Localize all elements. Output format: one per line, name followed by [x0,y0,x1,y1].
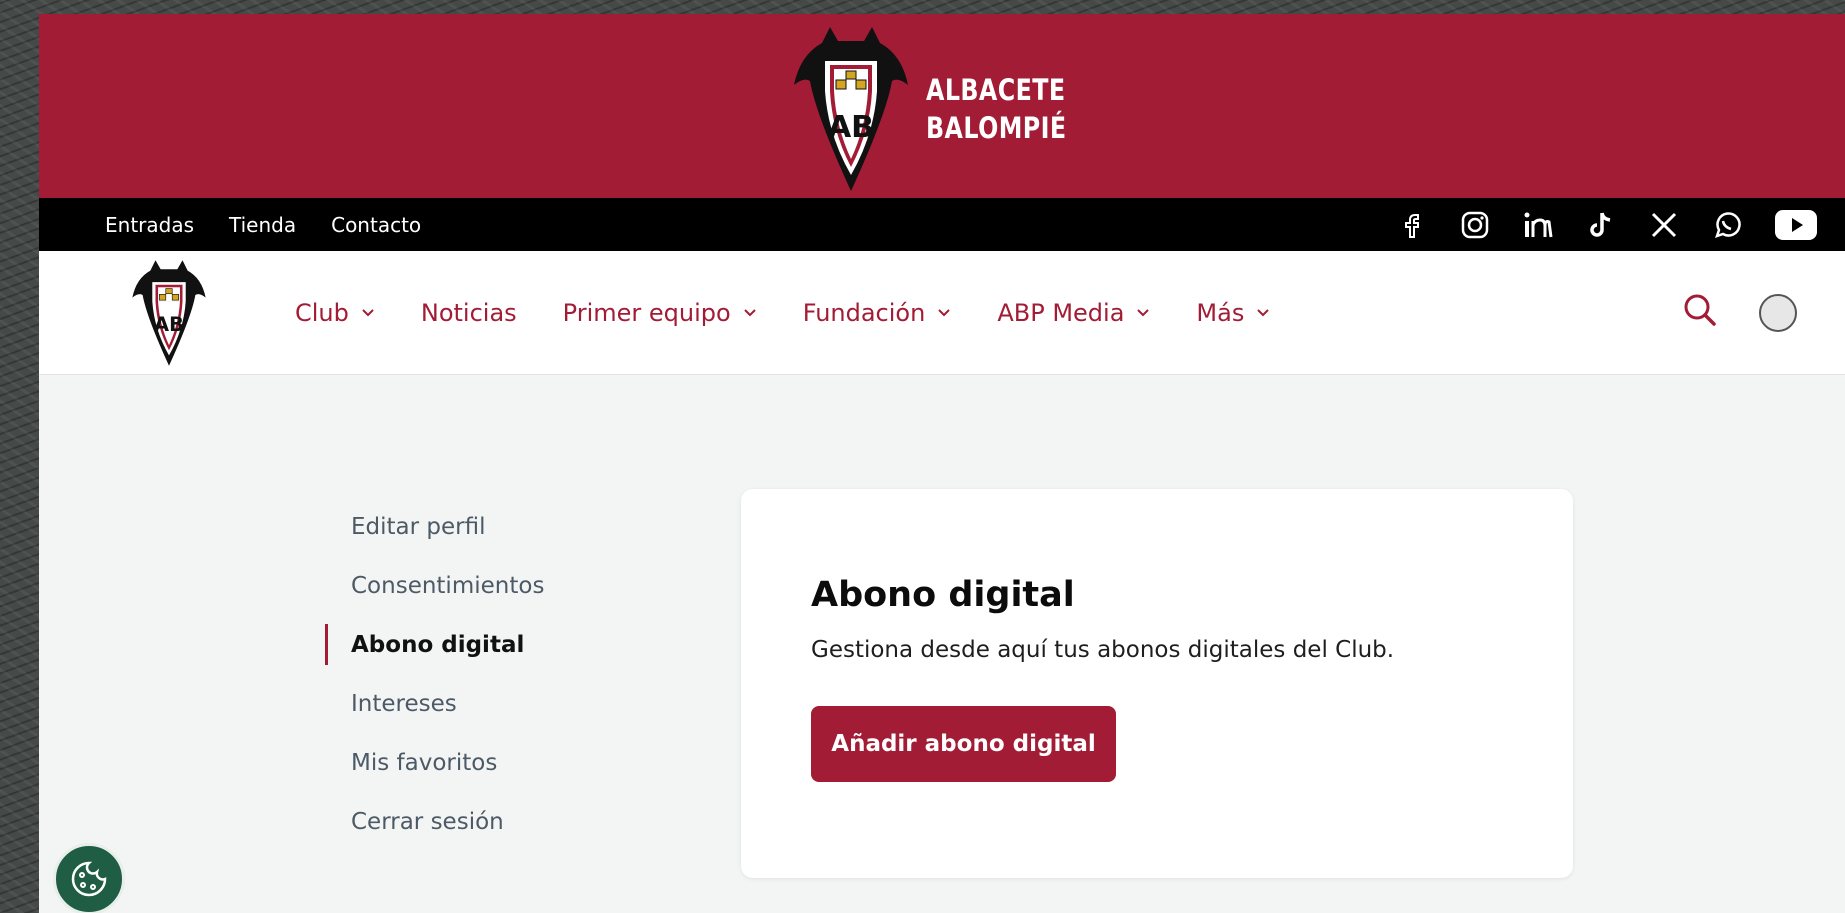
x-icon[interactable] [1649,210,1679,240]
sidebar-item-editar-perfil[interactable]: Editar perfil [325,497,544,556]
search-button[interactable] [1683,293,1717,332]
add-abono-button[interactable]: Añadir abono digital [811,706,1116,782]
chevron-down-icon [938,308,951,316]
main-navigation: AB Club Noticias Primer equipo Fundación… [39,251,1845,375]
wordmark-line-2: BALOMPIÉ [926,111,1067,145]
linkedin-icon[interactable] [1523,210,1553,240]
nav-actions [1683,293,1797,332]
nav-item-mas[interactable]: Más [1196,299,1270,327]
club-crest-icon: AB [792,25,910,193]
brand-banner: AB ALBACETE BALOMPIÉ [39,14,1845,198]
tiktok-icon[interactable] [1586,210,1616,240]
home-logo-link[interactable]: AB ALBACETE BALOMPIÉ [792,25,1097,193]
utility-links: Entradas Tienda Contacto [105,213,421,237]
card-title: Abono digital [811,575,1075,615]
nav-home-crest[interactable]: AB [123,259,215,367]
nav-item-label: Primer equipo [562,298,731,327]
search-icon [1684,294,1716,326]
instagram-icon[interactable] [1460,210,1490,240]
nav-item-abp-media[interactable]: ABP Media [997,299,1150,327]
club-crest-small-icon: AB [132,259,206,366]
profile-sidebar: Editar perfil Consentimientos Abono digi… [325,497,544,851]
nav-item-fundacion[interactable]: Fundación [803,299,952,327]
social-links [1397,209,1817,240]
svg-text:AB: AB [828,110,874,145]
whatsapp-icon[interactable] [1712,210,1742,240]
cookie-settings-button[interactable] [53,843,125,913]
club-wordmark: ALBACETE BALOMPIÉ [926,71,1067,147]
link-tienda[interactable]: Tienda [229,213,296,237]
nav-item-label: Fundación [802,298,926,327]
nav-items: Club Noticias Primer equipo Fundación AB… [295,299,1270,327]
nav-item-club[interactable]: Club [295,299,375,327]
nav-item-label: Noticias [420,298,517,327]
youtube-icon[interactable] [1775,209,1817,240]
sidebar-item-consentimientos[interactable]: Consentimientos [325,556,544,615]
abono-card: Abono digital Gestiona desde aquí tus ab… [741,489,1573,878]
sidebar-item-abono-digital[interactable]: Abono digital [325,615,544,674]
chevron-down-icon [362,308,374,316]
nav-item-label: Más [1196,298,1245,327]
chevron-down-icon [743,308,756,316]
chevron-down-icon [1137,308,1150,316]
sidebar-item-mis-favoritos[interactable]: Mis favoritos [325,733,544,792]
cookie-icon [71,861,107,897]
facebook-icon[interactable] [1397,210,1427,240]
nav-item-label: Club [295,298,349,327]
sidebar-item-intereses[interactable]: Intereses [325,674,544,733]
user-avatar[interactable] [1759,293,1797,332]
card-description: Gestiona desde aquí tus abonos digitales… [811,637,1395,663]
wordmark-line-1: ALBACETE [926,73,1066,107]
nav-item-label: ABP Media [997,298,1125,327]
sidebar-item-cerrar-sesion[interactable]: Cerrar sesión [325,792,544,851]
page: AB ALBACETE BALOMPIÉ Entradas Tienda Con… [39,14,1845,913]
profile-content: Editar perfil Consentimientos Abono digi… [39,375,1845,913]
link-contacto[interactable]: Contacto [331,213,421,237]
link-entradas[interactable]: Entradas [105,213,194,237]
top-utility-bar: Entradas Tienda Contacto [39,198,1845,251]
chevron-down-icon [1257,308,1270,316]
nav-item-primer-equipo[interactable]: Primer equipo [563,299,757,327]
nav-item-noticias[interactable]: Noticias [421,299,517,327]
svg-text:AB: AB [154,313,184,336]
